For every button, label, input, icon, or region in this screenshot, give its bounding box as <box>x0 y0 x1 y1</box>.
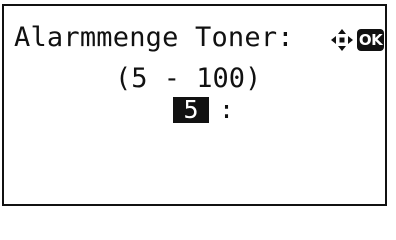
screen-title: Alarmmenge Toner: <box>14 22 294 53</box>
four-way-arrow-icon <box>331 29 353 51</box>
entry-separator: : <box>219 95 235 124</box>
lcd-display: Alarmmenge Toner: OK (5 - 100) 5 : <box>2 4 387 206</box>
numeric-entry-row[interactable]: 5 : <box>173 95 234 125</box>
ok-key-indicator: OK <box>357 29 384 51</box>
title-row: Alarmmenge Toner: <box>14 20 294 56</box>
navigation-hint: OK <box>330 28 384 52</box>
value-input[interactable]: 5 <box>173 97 209 123</box>
range-text: (5 - 100) <box>115 63 262 94</box>
